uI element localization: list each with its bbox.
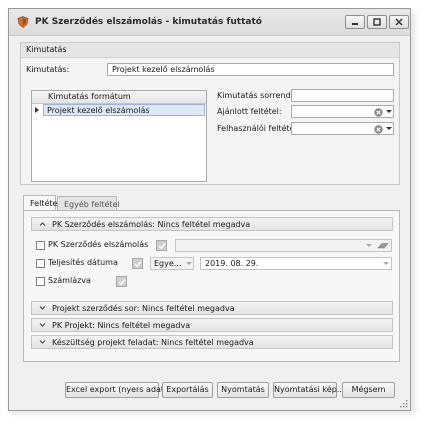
elszamolas-combo[interactable]	[175, 239, 392, 252]
title-bar[interactable]: PK Szerződés elszámolás - kimutatás futt…	[9, 9, 410, 36]
checkbox-elszamolas[interactable]	[36, 241, 45, 250]
maximize-button[interactable]	[367, 15, 387, 29]
teljesites-label: Teljesítés dátuma	[48, 258, 118, 267]
tab-page-feltetel: PK Szerződés elszámolás: Nincs feltétel …	[23, 210, 400, 362]
section-header-main[interactable]: PK Szerződés elszámolás: Nincs feltétel …	[31, 217, 393, 231]
clear-icon[interactable]	[374, 125, 383, 134]
szamlazva-label: Számlázva	[48, 276, 91, 285]
table-row[interactable]: Projekt kezelő elszámolás	[32, 104, 206, 117]
sorrend-label: Kimutatás sorrend:	[217, 91, 294, 100]
kimutatas-field[interactable]: Projekt kezelő elszámolás	[107, 63, 394, 76]
chevron-up-icon	[39, 222, 46, 226]
kimutatas-label: Kimutatás:	[26, 65, 70, 74]
row-indicator-icon	[35, 107, 39, 113]
tab-egyeb-label: Egyéb feltétel	[64, 200, 120, 209]
clear-icon[interactable]	[374, 108, 383, 117]
section-title: PK Projekt: Nincs feltétel megadva	[52, 321, 191, 330]
excel-export-button[interactable]: Excel export (nyers adat)	[65, 382, 167, 398]
grid-cell-value: Projekt kezelő elszámolás	[47, 106, 150, 115]
chevron-down-icon	[39, 340, 46, 344]
checkbox-teljesites[interactable]	[36, 259, 45, 268]
section-header-keszultseg[interactable]: Készültség projekt feladat: Nincs feltét…	[31, 335, 393, 349]
resize-grip-icon[interactable]	[399, 399, 408, 408]
check-icon	[118, 279, 126, 286]
kimutatas-group-title: Kimutatás	[26, 45, 67, 54]
ajanlott-label: Ajánlott feltétel:	[217, 107, 282, 116]
chevron-down-icon	[186, 262, 192, 265]
date-value: 2019. 08. 29.	[205, 259, 259, 268]
ajanlott-combo[interactable]	[291, 105, 394, 118]
section-header-projekt-szerzodes-sor[interactable]: Projekt szerződés sor: Nincs feltétel me…	[31, 301, 393, 315]
cancel-button[interactable]: Mégsem	[342, 382, 395, 398]
print-preview-button[interactable]: Nyomtatási kép...	[273, 382, 344, 398]
include-toggle[interactable]	[132, 258, 143, 269]
include-toggle[interactable]	[116, 276, 127, 287]
dialog-window: PK Szerződés elszámolás - kimutatás futt…	[8, 8, 411, 411]
print-button[interactable]: Nyomtatás	[217, 382, 269, 398]
section-title: Projekt szerződés sor: Nincs feltétel me…	[52, 304, 235, 313]
include-toggle[interactable]	[156, 240, 167, 251]
grid-header-label: Kimutatás formátum	[48, 92, 131, 101]
check-icon	[158, 243, 166, 250]
eraser-icon[interactable]	[377, 242, 389, 250]
sorrend-field[interactable]	[291, 89, 394, 102]
chevron-down-icon	[39, 306, 46, 310]
tab-feltetel-label: Feltétel	[30, 199, 60, 208]
chevron-down-icon[interactable]	[386, 127, 392, 130]
tab-egyeb-feltetel[interactable]: Egyéb feltétel	[57, 196, 120, 211]
minimize-icon	[352, 23, 358, 25]
app-shield-icon	[17, 16, 29, 28]
kimutatas-field-value: Projekt kezelő elszámolás	[112, 65, 215, 74]
format-grid: Kimutatás formátum Projekt kezelő elszám…	[31, 90, 207, 182]
section-title-main: PK Szerződés elszámolás: Nincs feltétel …	[52, 220, 251, 229]
chevron-down-icon[interactable]	[386, 110, 392, 113]
felhasznaloi-label: Felhasználói feltétel:	[217, 124, 300, 133]
check-icon	[134, 261, 142, 268]
chevron-down-icon	[39, 323, 46, 327]
section-header-pk-projekt[interactable]: PK Projekt: Nincs feltétel megadva	[31, 318, 393, 332]
date-picker[interactable]: 2019. 08. 29.	[200, 257, 392, 270]
minimize-button[interactable]	[345, 15, 365, 29]
chevron-down-icon	[366, 244, 372, 247]
section-title: Készültség projekt feladat: Nincs feltét…	[52, 338, 254, 347]
close-icon	[395, 18, 403, 26]
operator-combo[interactable]: Egye...	[150, 257, 194, 270]
felhasznaloi-combo[interactable]	[291, 122, 394, 135]
close-button[interactable]	[389, 15, 409, 29]
window-title: PK Szerződés elszámolás - kimutatás futt…	[35, 17, 262, 27]
chevron-down-icon	[383, 262, 389, 265]
maximize-icon	[373, 18, 381, 26]
kimutatas-group-header: Kimutatás	[21, 43, 399, 58]
checkbox-szamlazva[interactable]	[36, 277, 45, 286]
elszamolas-label: PK Szerződés elszámolás	[48, 240, 149, 249]
grid-cell-selected[interactable]: Projekt kezelő elszámolás	[43, 104, 205, 116]
export-button[interactable]: Exportálás	[162, 382, 213, 398]
grid-header[interactable]: Kimutatás formátum	[32, 91, 206, 104]
operator-value: Egye...	[154, 259, 182, 268]
